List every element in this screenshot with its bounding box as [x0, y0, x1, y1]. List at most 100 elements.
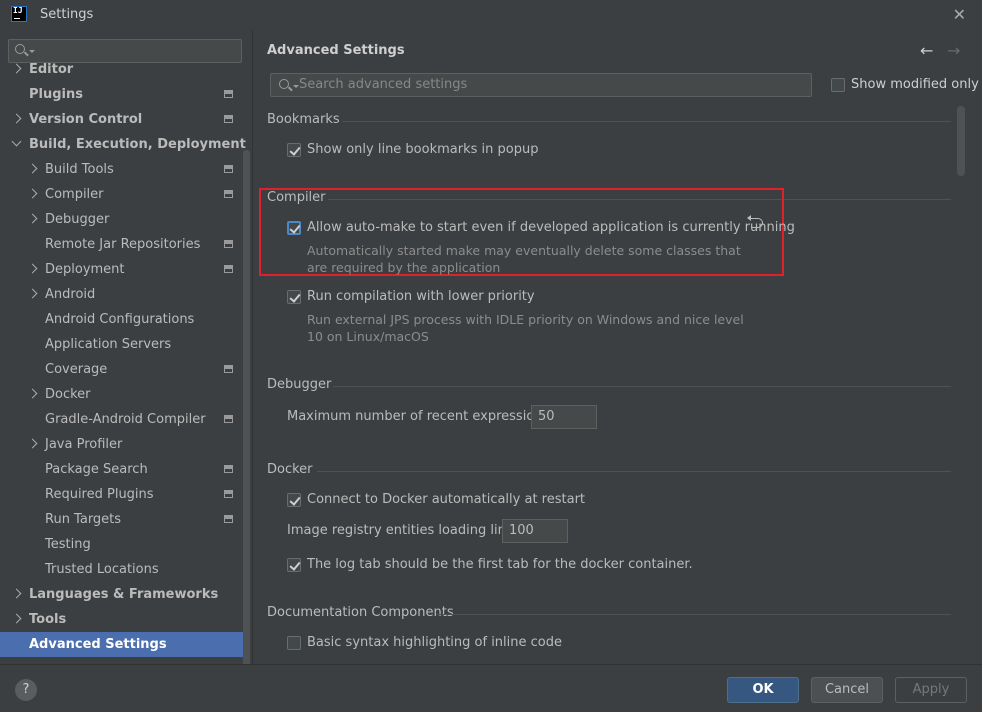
- chevron-right-icon[interactable]: [27, 438, 38, 449]
- project-level-icon: [224, 190, 233, 198]
- sidebar-item-android-configurations[interactable]: Android Configurations: [0, 307, 244, 332]
- close-icon[interactable]: ✕: [953, 5, 966, 24]
- project-level-icon: [224, 465, 233, 473]
- option-label: Basic syntax highlighting of inline code: [307, 635, 562, 650]
- chevron-right-icon[interactable]: [11, 113, 22, 124]
- sidebar-item-label: Trusted Locations: [45, 562, 159, 577]
- cancel-button[interactable]: Cancel: [811, 677, 883, 703]
- reset-to-default-icon[interactable]: [747, 215, 763, 228]
- sidebar-item-label: Required Plugins: [45, 487, 154, 502]
- chevron-right-icon[interactable]: [27, 288, 38, 299]
- sidebar-item-label: Tools: [29, 612, 67, 627]
- sidebar-item-label: Editor: [29, 62, 74, 77]
- option-label: Run compilation with lower priority: [307, 289, 535, 304]
- chevron-right-icon[interactable]: [11, 613, 22, 624]
- apply-button[interactable]: Apply: [895, 677, 967, 703]
- lower-priority-description-line1: Run external JPS process with IDLE prior…: [307, 312, 744, 327]
- checkbox-checked-icon[interactable]: [287, 493, 301, 507]
- sidebar-item-tools[interactable]: Tools: [0, 607, 244, 632]
- help-icon[interactable]: ?: [15, 679, 37, 701]
- sidebar-item-languages-frameworks[interactable]: Languages & Frameworks: [0, 582, 244, 607]
- sidebar-item-remote-jar-repositories[interactable]: Remote Jar Repositories: [0, 232, 244, 257]
- sidebar-item-coverage[interactable]: Coverage: [0, 357, 244, 382]
- project-level-icon: [224, 165, 233, 173]
- chevron-right-icon[interactable]: [27, 188, 38, 199]
- chevron-down-icon[interactable]: [11, 136, 22, 147]
- dialog-button-bar: ? OK Cancel Apply: [0, 664, 982, 712]
- sidebar-item-label: Application Servers: [45, 337, 172, 352]
- sidebar-item-label: Debugger: [45, 212, 110, 227]
- separator: [317, 471, 951, 472]
- intellij-logo-icon: [11, 6, 27, 22]
- sidebar-item-java-profiler[interactable]: Java Profiler: [0, 432, 244, 457]
- sidebar-item-label: Docker: [45, 387, 91, 402]
- sidebar-item-android[interactable]: Android: [0, 282, 244, 307]
- search-dropdown-icon[interactable]: [29, 50, 35, 53]
- sidebar-item-application-servers[interactable]: Application Servers: [0, 332, 244, 357]
- sidebar-scrollbar[interactable]: [243, 150, 250, 664]
- sidebar-item-testing[interactable]: Testing: [0, 532, 244, 557]
- sidebar-item-label: Coverage: [45, 362, 108, 377]
- chevron-right-icon[interactable]: [27, 213, 38, 224]
- sidebar-item-label: Compiler: [45, 187, 104, 202]
- sidebar-item-gradle-android-compiler[interactable]: Gradle-Android Compiler: [0, 407, 244, 432]
- sidebar-item-docker[interactable]: Docker: [0, 382, 244, 407]
- chevron-right-icon[interactable]: [27, 388, 38, 399]
- sidebar-item-advanced-settings[interactable]: Advanced Settings: [0, 632, 244, 657]
- sidebar-item-debugger[interactable]: Debugger: [0, 207, 244, 232]
- main-scrollbar[interactable]: [957, 106, 965, 176]
- project-level-icon: [224, 240, 233, 248]
- section-docker-title: Docker: [267, 462, 313, 477]
- sidebar-item-package-search[interactable]: Package Search: [0, 457, 244, 482]
- checkbox-icon[interactable]: [287, 636, 301, 650]
- advanced-search-input[interactable]: Search advanced settings: [270, 73, 812, 97]
- sidebar-item-label: Android Configurations: [45, 312, 195, 327]
- sidebar-item-label: Run Targets: [45, 512, 122, 527]
- project-level-icon: [224, 115, 233, 123]
- chevron-right-icon[interactable]: [27, 163, 38, 174]
- checkbox-checked-icon[interactable]: [287, 143, 301, 157]
- checkbox-checked-icon[interactable]: [287, 221, 301, 235]
- sidebar-item-label: Gradle-Android Compiler: [45, 412, 206, 427]
- checkbox-icon[interactable]: [831, 78, 845, 92]
- sidebar-item-plugins[interactable]: Plugins: [0, 82, 244, 107]
- sidebar-item-label: Build, Execution, Deployment: [29, 137, 246, 152]
- sidebar-item-compiler[interactable]: Compiler: [0, 182, 244, 207]
- sidebar-item-editor[interactable]: Editor: [0, 57, 244, 82]
- project-level-icon: [224, 490, 233, 498]
- page-title: Advanced Settings: [267, 43, 405, 58]
- auto-make-description-line1: Automatically started make may eventuall…: [307, 243, 741, 258]
- chevron-right-icon[interactable]: [27, 263, 38, 274]
- sidebar-item-label: Advanced Settings: [29, 637, 167, 652]
- option-label: Allow auto-make to start even if develop…: [307, 220, 795, 235]
- project-level-icon: [224, 515, 233, 523]
- sidebar-item-label: Version Control: [29, 112, 143, 127]
- sidebar-item-run-targets[interactable]: Run Targets: [0, 507, 244, 532]
- sidebar-item-build-execution-deployment[interactable]: Build, Execution, Deployment: [0, 132, 246, 157]
- registry-limit-field[interactable]: 100: [502, 519, 568, 543]
- chevron-right-icon[interactable]: [11, 588, 22, 599]
- sidebar-item-deployment[interactable]: Deployment: [0, 257, 244, 282]
- sidebar-item-required-plugins[interactable]: Required Plugins: [0, 482, 244, 507]
- settings-tree: Editor Plugins Version Control Build, Execu…: [0, 62, 246, 657]
- ok-button[interactable]: OK: [727, 677, 799, 703]
- sidebar-item-label: Deployment: [45, 262, 125, 277]
- max-expressions-field[interactable]: 50: [531, 405, 597, 429]
- sidebar-item-trusted-locations[interactable]: Trusted Locations: [0, 557, 244, 582]
- chevron-right-icon[interactable]: [11, 63, 22, 74]
- separator: [342, 121, 951, 122]
- section-debugger-title: Debugger: [267, 377, 332, 392]
- option-label: Show only line bookmarks in popup: [307, 142, 539, 157]
- sidebar-item-label: Plugins: [29, 87, 83, 102]
- forward-arrow-icon[interactable]: →: [947, 41, 960, 60]
- lower-priority-description-line2: 10 on Linux/macOS: [307, 329, 429, 344]
- project-level-icon: [224, 90, 233, 98]
- checkbox-checked-icon[interactable]: [287, 290, 301, 304]
- back-arrow-icon[interactable]: ←: [920, 41, 933, 60]
- sidebar-item-build-tools[interactable]: Build Tools: [0, 157, 244, 182]
- sidebar-item-label: Remote Jar Repositories: [45, 237, 201, 252]
- sidebar-item-version-control[interactable]: Version Control: [0, 107, 244, 132]
- max-expressions-label: Maximum number of recent expressions:: [287, 409, 554, 424]
- show-modified-label: Show modified only: [851, 77, 979, 92]
- checkbox-checked-icon[interactable]: [287, 558, 301, 572]
